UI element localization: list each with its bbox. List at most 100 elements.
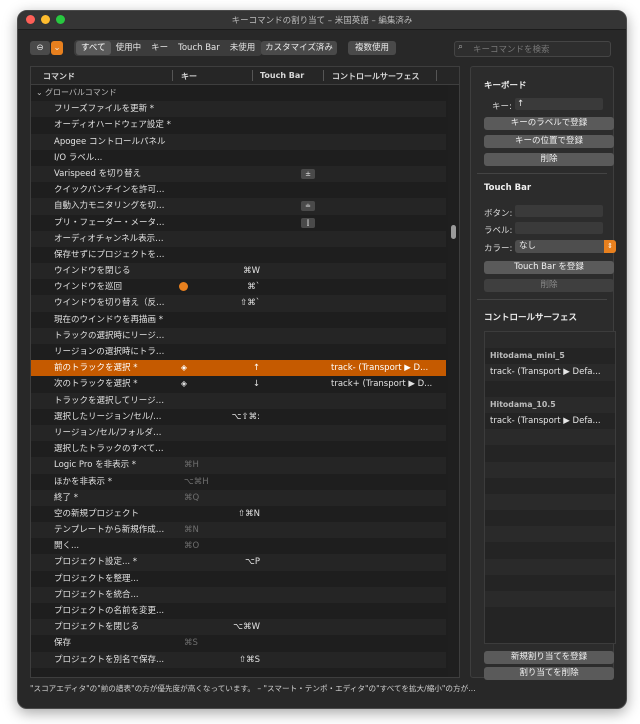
command-name: プリ・フェーダー・メータ…	[54, 217, 165, 228]
table-row[interactable]: 自動入力モニタリングを切… ≐	[31, 198, 446, 215]
table-row[interactable]: 終了 * ⌘Q	[31, 489, 446, 506]
up-down-chevron-icon: ⇕	[604, 240, 616, 253]
column-divider	[436, 70, 437, 81]
assignment-row[interactable]: track- (Transport ▶ Defa...	[485, 364, 615, 381]
touchbar-button-icon: ±	[301, 168, 315, 179]
table-row[interactable]: プロジェクトを別名で保存... ⇧⌘S	[31, 651, 446, 668]
table-row[interactable]: プリ・フェーダー・メータ… ⫿	[31, 215, 446, 231]
label-field[interactable]	[515, 222, 603, 234]
group-row[interactable]: ⌄ グローバルコマンド	[31, 85, 446, 101]
register-touchbar-button[interactable]: Touch Bar を登録	[484, 261, 614, 274]
table-row[interactable]: 空の新規プロジェクト ⇧⌘N	[31, 506, 446, 522]
scrollbar-thumb[interactable]	[451, 225, 456, 239]
new-assignment-button[interactable]: 新規割り当てを登録	[484, 651, 614, 664]
disclosure-chevron-icon[interactable]: ⌄	[36, 85, 43, 101]
assignment-row[interactable]: track- (Transport ▶ Defa...	[485, 413, 615, 429]
table-row[interactable]: 現在のウインドウを再描画 *	[31, 312, 446, 328]
table-row[interactable]: プロジェクトを閉じる ⌥⌘W	[31, 619, 446, 636]
table-row[interactable]: ほかを非表示 * ⌥⌘H	[31, 474, 446, 490]
command-name: トラックを選択してリージ…	[54, 395, 165, 406]
color-select[interactable]: なし ⇕	[515, 240, 616, 253]
key-binding-disabled: ⌘S	[184, 638, 198, 649]
table-row[interactable]: リージョンの選択時にトラ…	[31, 344, 446, 360]
filter-used[interactable]: 使用中	[111, 41, 147, 55]
table-row[interactable]: 保存 ⌘S	[31, 635, 446, 651]
filter-touchbar[interactable]: Touch Bar	[173, 41, 225, 55]
table-row[interactable]: ウインドウを閉じる ⌘W	[31, 263, 446, 280]
delete-touchbar-button[interactable]: 削除	[484, 279, 614, 292]
filter-segmented-control: すべて 使用中 キー Touch Bar 未使用	[74, 40, 263, 56]
vertical-scrollbar[interactable]	[448, 85, 459, 677]
table-row[interactable]: オーディオチャンネル表示…	[31, 230, 446, 247]
key-binding: ⌘W	[243, 266, 260, 277]
table-row[interactable]: 開く... ⌘O	[31, 538, 446, 554]
table-row[interactable]: プロジェクトを整理...	[31, 571, 446, 587]
filter-all[interactable]: すべて	[76, 41, 111, 55]
title-bar: キーコマンドの割り当て – 米国英語 – 編集済み	[18, 11, 626, 30]
table-row[interactable]: トラックの選択時にリージ…	[31, 327, 446, 344]
filter-key[interactable]: キー	[146, 41, 173, 55]
header-command[interactable]: コマンド	[43, 71, 75, 82]
touchbar-button-icon: ⫿	[301, 217, 315, 228]
status-message: "スコアエディタ"の"前の譜表"の方が優先度が高くなっています。 – "スマート…	[30, 684, 476, 693]
table-row[interactable]: I/O ラベル...	[31, 150, 446, 166]
color-label: カラー:	[484, 244, 513, 254]
command-name: Varispeed を切り替え	[54, 168, 142, 179]
control-surface-list: Hitodama_mini_5 track- (Transport ▶ Defa…	[484, 331, 616, 644]
options-chevron-button[interactable]: ⌄	[51, 41, 63, 55]
table-row[interactable]: リージョン/セル/フォルダ…	[31, 424, 446, 442]
table-row[interactable]: トラックを選択してリージ…	[31, 392, 446, 409]
command-name: ほかを非表示 *	[54, 476, 112, 487]
table-row[interactable]: 前のトラックを選択 * ◈ ↑ track- (Transport ▶ D...	[31, 360, 446, 377]
command-name: 保存	[54, 638, 72, 649]
table-row[interactable]: Apogee コントロールパネル	[31, 133, 446, 150]
table-row[interactable]: 選択したリージョン/セル/… ⌥⇧⌘:	[31, 409, 446, 425]
learn-by-label-button[interactable]: キーのラベルで登録	[484, 117, 614, 130]
command-name: 次のトラックを選択 *	[54, 379, 138, 390]
command-name: ウインドウを切り替え（反…	[54, 298, 165, 309]
key-commands-window: キーコマンドの割り当て – 米国英語 – 編集済み ⊖ ⌄ すべて 使用中 キー…	[17, 10, 627, 709]
list-item	[485, 607, 615, 623]
table-row[interactable]: オーディオハードウェア設定 *	[31, 117, 446, 133]
device-name: Hitodama_mini_5	[490, 351, 565, 361]
table-row[interactable]: テンプレートから新規作成… ⌘N	[31, 522, 446, 539]
table-row[interactable]: クイックパンチインを許可…	[31, 182, 446, 198]
learn-by-position-button[interactable]: キーの位置で登録	[484, 135, 614, 148]
delete-assignment-button[interactable]: 割り当てを削除	[484, 667, 614, 680]
header-key[interactable]: キー	[181, 71, 197, 82]
command-name: フリーズファイルを更新 *	[54, 104, 155, 115]
command-table: コマンド キー Touch Bar コントロールサーフェス ⌄ グローバルコマン…	[30, 66, 460, 678]
header-control-surface[interactable]: コントロールサーフェス	[332, 71, 420, 82]
table-row[interactable]: Varispeed を切り替え ±	[31, 165, 446, 183]
command-name: オーディオハードウェア設定 *	[54, 120, 171, 131]
command-name: トラックの選択時にリージ…	[54, 330, 165, 341]
key-binding-disabled: ⌘Q	[184, 492, 200, 503]
list-item	[485, 381, 615, 397]
table-row[interactable]: プロジェクトの名前を変更...	[31, 603, 446, 619]
button-field[interactable]	[515, 205, 603, 217]
filter-unused[interactable]: 未使用	[225, 41, 261, 55]
table-row[interactable]: 保存せずにプロジェクトを…	[31, 247, 446, 263]
table-row[interactable]: プロジェクト設定... * ⌥P	[31, 554, 446, 571]
key-binding: ↑	[252, 363, 260, 374]
list-item	[485, 445, 615, 461]
search-input[interactable]: ⌕ キーコマンドを検索	[454, 41, 611, 57]
table-row[interactable]: 選択したトラックのすべて…	[31, 441, 446, 457]
command-name: プロジェクト設定... *	[54, 557, 138, 568]
table-row[interactable]: フリーズファイルを更新 *	[31, 101, 446, 118]
delete-key-button[interactable]: 削除	[484, 153, 614, 166]
multiple-used-button[interactable]: 複数使用	[348, 41, 396, 55]
customized-button[interactable]: カスタマイズ済み	[261, 41, 337, 55]
header-touchbar[interactable]: Touch Bar	[260, 71, 304, 80]
command-name: 空の新規プロジェクト	[54, 508, 140, 519]
table-row[interactable]: ウインドウを巡回 ⌘`	[31, 279, 446, 295]
key-field[interactable]: ↑	[515, 98, 603, 110]
key-binding: ⌥P	[245, 557, 260, 568]
table-row[interactable]: Logic Pro を非表示 * ⌘H	[31, 457, 446, 474]
options-menu-button[interactable]: ⊖	[30, 41, 50, 55]
table-row[interactable]: プロジェクトを統合...	[31, 586, 446, 603]
table-row[interactable]: 次のトラックを選択 * ◈ ↓ track+ (Transport ▶ D...	[31, 376, 446, 392]
key-label: キー:	[492, 102, 512, 112]
chevron-down-icon: ⌄	[53, 43, 61, 53]
table-row[interactable]: ウインドウを切り替え（反… ⇧⌘`	[31, 295, 446, 312]
